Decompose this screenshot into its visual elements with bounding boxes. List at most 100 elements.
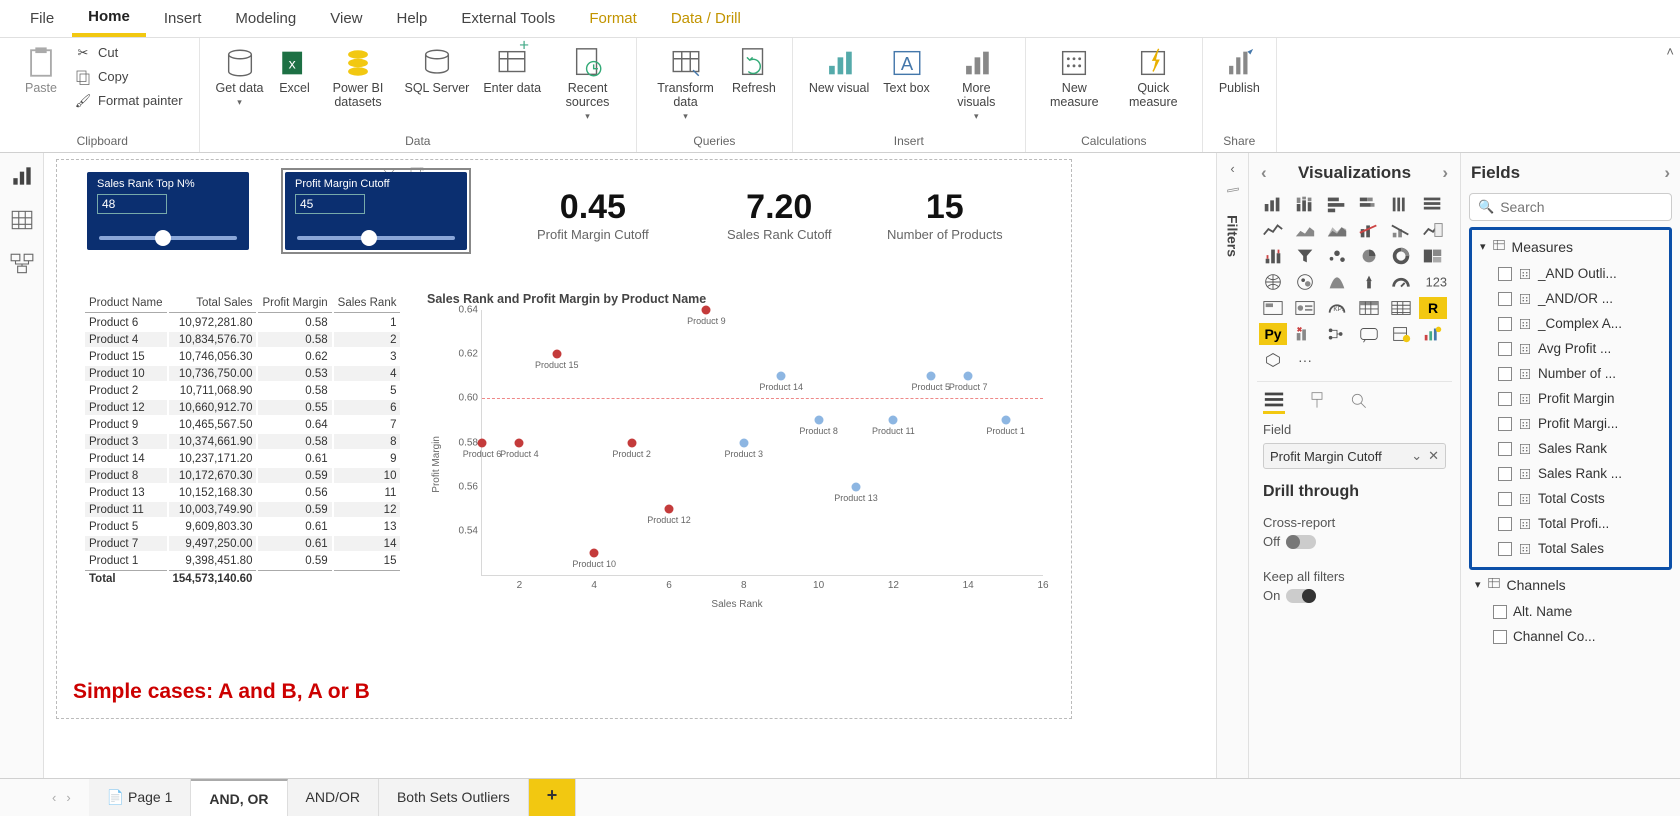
table-row[interactable]: Product 79,497,250.000.6114 xyxy=(85,536,400,551)
slicer-profit-margin[interactable]: Profit Margin Cutoff xyxy=(285,172,467,250)
cut-button[interactable]: ✂Cut xyxy=(68,42,189,64)
field-item[interactable]: Profit Margi... xyxy=(1472,411,1669,436)
field-item[interactable]: Channel Co... xyxy=(1467,624,1674,649)
viz-type-36[interactable] xyxy=(1259,349,1287,371)
card-sales-rank-cutoff[interactable]: 7.20Sales Rank Cutoff xyxy=(727,188,832,242)
field-item[interactable]: Total Sales xyxy=(1472,536,1669,561)
refresh-button[interactable]: Refresh xyxy=(726,42,782,100)
scatter-point[interactable] xyxy=(515,438,524,447)
checkbox[interactable] xyxy=(1498,542,1512,556)
table-row[interactable]: Product 1010,736,750.000.534 xyxy=(85,366,400,381)
fields-search[interactable]: 🔍 xyxy=(1469,193,1672,221)
viz-type-31[interactable] xyxy=(1291,323,1319,345)
checkbox[interactable] xyxy=(1498,467,1512,481)
viz-type-26[interactable]: KPI xyxy=(1323,297,1351,319)
field-item[interactable]: Avg Profit ... xyxy=(1472,336,1669,361)
viz-type-6[interactable] xyxy=(1259,219,1287,241)
ribbon-tab-insert[interactable]: Insert xyxy=(148,2,218,35)
field-item[interactable]: Number of ... xyxy=(1472,361,1669,386)
viz-type-33[interactable] xyxy=(1355,323,1383,345)
scatter-point[interactable] xyxy=(478,438,487,447)
viz-type-24[interactable] xyxy=(1259,297,1287,319)
scatter-point[interactable] xyxy=(852,482,861,491)
scatter-point[interactable] xyxy=(1001,416,1010,425)
page-tab[interactable]: 📄 Page 1 xyxy=(89,779,192,816)
filters-pane-collapsed[interactable]: ‹ Filters xyxy=(1216,153,1248,778)
viz-type-23[interactable]: 123 xyxy=(1419,271,1447,293)
collapse-fields-icon[interactable]: › xyxy=(1664,163,1670,183)
scatter-point[interactable] xyxy=(964,372,973,381)
ribbon-tab-help[interactable]: Help xyxy=(381,2,444,35)
excel-button[interactable]: xExcel xyxy=(272,42,318,100)
page-tab[interactable]: AND, OR xyxy=(191,779,287,816)
viz-type-29[interactable]: R xyxy=(1419,297,1447,319)
table-row[interactable]: Product 610,972,281.800.581 xyxy=(85,315,400,330)
table-row[interactable]: Product 810,172,670.300.5910 xyxy=(85,468,400,483)
viz-type-14[interactable] xyxy=(1323,245,1351,267)
viz-type-11[interactable] xyxy=(1419,219,1447,241)
viz-type-19[interactable] xyxy=(1291,271,1319,293)
field-item[interactable]: Total Costs xyxy=(1472,486,1669,511)
more-visuals-button[interactable]: More visuals▾ xyxy=(938,42,1015,125)
checkbox[interactable] xyxy=(1493,605,1507,619)
tree-header-measures[interactable]: ▾ Measures xyxy=(1472,232,1669,261)
tree-header-channels[interactable]: ▾ Channels xyxy=(1467,570,1674,599)
scatter-point[interactable] xyxy=(926,372,935,381)
field-item[interactable]: _Complex A... xyxy=(1472,311,1669,336)
paste-button[interactable]: Paste xyxy=(16,42,66,100)
data-view-icon[interactable] xyxy=(9,207,35,233)
recent-sources-button[interactable]: Recent sources▾ xyxy=(549,42,626,125)
page-tab[interactable]: AND/OR xyxy=(288,779,379,816)
table-row[interactable]: Product 1310,152,168.300.5611 xyxy=(85,485,400,500)
viz-type-1[interactable] xyxy=(1291,193,1319,215)
table-row[interactable]: Product 310,374,661.900.588 xyxy=(85,434,400,449)
viz-type-12[interactable] xyxy=(1259,245,1287,267)
scatter-point[interactable] xyxy=(889,416,898,425)
viz-type-4[interactable] xyxy=(1387,193,1415,215)
viz-type-16[interactable] xyxy=(1387,245,1415,267)
pbi-datasets-button[interactable]: Power BI datasets xyxy=(320,42,397,114)
chevron-down-icon[interactable]: ⌄ xyxy=(1411,448,1422,464)
get-data-button[interactable]: Get data▾ xyxy=(210,42,270,112)
viz-tab-fields[interactable] xyxy=(1263,390,1285,414)
viz-type-35[interactable] xyxy=(1419,323,1447,345)
scatter-point[interactable] xyxy=(814,416,823,425)
scatter-chart[interactable]: Sales Rank and Profit Margin by Product … xyxy=(427,292,1047,612)
field-item[interactable]: Profit Margin xyxy=(1472,386,1669,411)
checkbox[interactable] xyxy=(1498,367,1512,381)
scatter-point[interactable] xyxy=(665,504,674,513)
viz-type-13[interactable] xyxy=(1291,245,1319,267)
table-row[interactable]: Product 1210,660,912.700.556 xyxy=(85,400,400,415)
viz-type-20[interactable] xyxy=(1323,271,1351,293)
model-view-icon[interactable] xyxy=(9,251,35,277)
format-painter-button[interactable]: 🖌Format painter xyxy=(68,90,189,112)
scatter-point[interactable] xyxy=(627,438,636,447)
field-item[interactable]: _AND/OR ... xyxy=(1472,286,1669,311)
scatter-point[interactable] xyxy=(552,350,561,359)
report-canvas[interactable]: ··· Sales Rank Top N% Profit Margin Cuto… xyxy=(56,159,1072,719)
viz-type-21[interactable] xyxy=(1355,271,1383,293)
field-chip-profit-margin-cutoff[interactable]: Profit Margin Cutoff ⌄✕ xyxy=(1263,443,1446,469)
checkbox[interactable] xyxy=(1498,417,1512,431)
field-item[interactable]: Alt. Name xyxy=(1467,599,1674,624)
viz-type-18[interactable] xyxy=(1259,271,1287,293)
checkbox[interactable] xyxy=(1498,392,1512,406)
quick-measure-button[interactable]: Quick measure xyxy=(1115,42,1192,114)
slider-thumb[interactable] xyxy=(155,230,171,246)
ribbon-tab-format[interactable]: Format xyxy=(573,2,653,35)
viz-tab-format[interactable] xyxy=(1307,391,1327,414)
keep-filters-toggle[interactable] xyxy=(1286,589,1316,603)
viz-type-27[interactable] xyxy=(1355,297,1383,319)
viz-type-15[interactable] xyxy=(1355,245,1383,267)
card-number-of-products[interactable]: 15Number of Products xyxy=(887,188,1003,242)
ribbon-tab-external-tools[interactable]: External Tools xyxy=(445,2,571,35)
checkbox[interactable] xyxy=(1498,342,1512,356)
checkbox[interactable] xyxy=(1498,442,1512,456)
new-measure-button[interactable]: New measure xyxy=(1036,42,1113,114)
enter-data-button[interactable]: +Enter data xyxy=(477,42,547,100)
table-row[interactable]: Product 1510,746,056.300.623 xyxy=(85,349,400,364)
add-page-button[interactable]: + xyxy=(529,779,577,816)
checkbox[interactable] xyxy=(1498,292,1512,306)
checkbox[interactable] xyxy=(1493,630,1507,644)
checkbox[interactable] xyxy=(1498,492,1512,506)
